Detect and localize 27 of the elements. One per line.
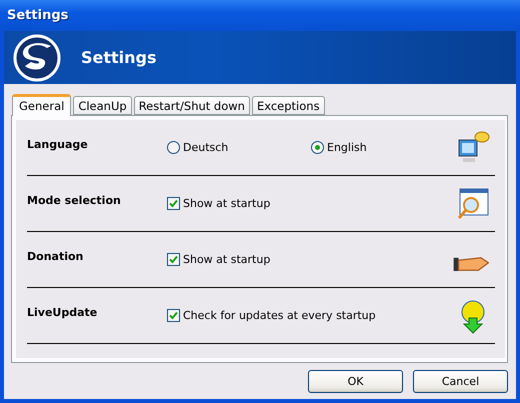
check-icon [169,255,178,264]
tab[interactable]: Exceptions [252,96,325,115]
dialog-button[interactable]: Cancel [413,370,508,392]
checkbox-option[interactable]: Check for updates at every startup [167,309,376,322]
dialog-button[interactable]: OK [308,370,403,392]
checkbox[interactable] [167,197,180,210]
checkbox[interactable] [167,253,180,266]
setting-label: LiveUpdate [27,306,98,319]
check-icon [169,199,178,208]
tab[interactable]: Restart/Shut down [134,96,250,115]
window-magnifier-icon [455,186,491,222]
setting-label: Donation [27,250,84,263]
radio-button[interactable] [167,141,180,154]
window-title: Settings [7,8,68,23]
radio-button[interactable] [311,141,324,154]
checkbox[interactable] [167,309,180,322]
radio-option[interactable]: English [311,141,455,154]
tab[interactable]: CleanUp [73,96,132,115]
checkbox-option[interactable]: Show at startup [167,253,270,266]
tab[interactable]: General [12,94,72,116]
radio-option[interactable]: Deutsch [167,141,311,154]
check-icon [169,311,178,320]
logo-icon [13,34,61,82]
setting-label: Mode selection [27,194,122,207]
checkbox-option[interactable]: Show at startup [167,197,270,210]
header-title: Settings [81,48,157,67]
setting-label: Language [27,138,89,151]
